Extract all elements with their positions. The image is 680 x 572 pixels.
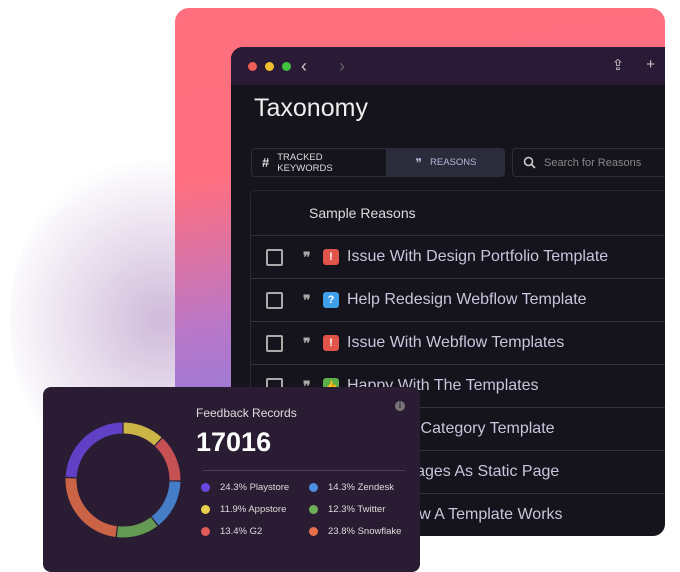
legend-item-snowflake: 23.8% Snowflake [309,525,419,538]
page-title: Taxonomy [254,94,368,122]
reason-text[interactable]: Issue With Webflow Templates [347,334,564,352]
maximize-window-button[interactable] [282,61,291,71]
forward-icon[interactable]: › [339,56,375,77]
share-icon[interactable]: ⇪ [612,56,625,74]
search-placeholder: Search for Reasons [544,156,642,169]
tab-tracked-keywords[interactable]: # TRACKED KEYWORDS [251,148,387,177]
legend-item-playstore: 24.3% Playstore [201,481,309,494]
donut-chart [65,422,181,538]
question-icon: ? [323,292,339,308]
quote-icon: ❞ [303,248,311,265]
donut-slice-snowflake [65,478,118,538]
legend-item-twitter: 12.3% Twitter [309,503,419,516]
row-checkbox[interactable] [266,291,283,309]
legend-label: 12.3% Twitter [328,504,386,515]
tab-reasons[interactable]: ❞ REASONS [387,148,505,177]
minimize-window-button[interactable] [265,61,274,71]
search-input[interactable]: Search for Reasons [512,148,665,177]
legend-label: 23.8% Snowflake [328,526,402,537]
legend-item-appstore: 11.9% Appstore [201,503,309,516]
quote-icon: ❞ [415,155,422,170]
tab-label: REASONS [430,157,477,168]
legend-swatch [201,483,210,492]
chart-legend: 24.3% Playstore 14.3% Zendesk 11.9% Appsto… [201,481,419,538]
tab-bar: # TRACKED KEYWORDS ❞ REASONS [251,148,505,177]
total-records: 17016 [196,427,272,457]
legend-swatch [201,505,210,514]
feedback-records-card: Feedback Records 17016 i 24.3% Playstore… [43,387,420,572]
table-row[interactable]: ❞ ! Issue With Webflow Templates [251,322,665,365]
legend-swatch [201,527,210,536]
legend-item-zendesk: 14.3% Zendesk [309,481,419,494]
table-row[interactable]: ❞ ! Issue With Design Portfolio Template [251,236,665,279]
quote-icon: ❞ [303,334,311,351]
donut-slice-g2 [154,438,181,481]
legend-item-g2: 13.4% G2 [201,525,309,538]
legend-label: 11.9% Appstore [220,504,287,515]
divider [203,470,405,471]
legend-label: 14.3% Zendesk [328,482,395,493]
search-icon [523,156,536,169]
legend-label: 24.3% Playstore [220,482,290,493]
hash-icon: # [262,155,270,170]
donut-slice-zendesk [151,481,181,526]
close-window-button[interactable] [248,61,257,71]
info-icon[interactable]: i [395,401,405,411]
legend-label: 13.4% G2 [220,526,263,537]
card-title: Feedback Records [196,406,297,420]
reason-text[interactable]: Help Redesign Webflow Template [347,291,587,309]
quote-icon: ❞ [303,291,311,308]
issue-icon: ! [323,249,339,265]
legend-swatch [309,483,318,492]
issue-icon: ! [323,335,339,351]
donut-slice-twitter [116,517,158,538]
legend-swatch [309,527,318,536]
donut-slice-playstore [65,422,123,478]
row-checkbox[interactable] [266,248,283,266]
reason-text[interactable]: Issue With Design Portfolio Template [347,248,608,266]
tab-label: TRACKED KEYWORDS [277,151,333,174]
table-header: Sample Reasons [251,191,665,236]
new-tab-icon[interactable]: + [646,56,655,74]
row-checkbox[interactable] [266,334,283,352]
title-bar: ‹ › ⇪ + [231,47,665,85]
legend-swatch [309,505,318,514]
table-row[interactable]: ❞ ? Help Redesign Webflow Template [251,279,665,322]
back-icon[interactable]: ‹ [301,56,337,77]
donut-slice-appstore [123,422,162,446]
